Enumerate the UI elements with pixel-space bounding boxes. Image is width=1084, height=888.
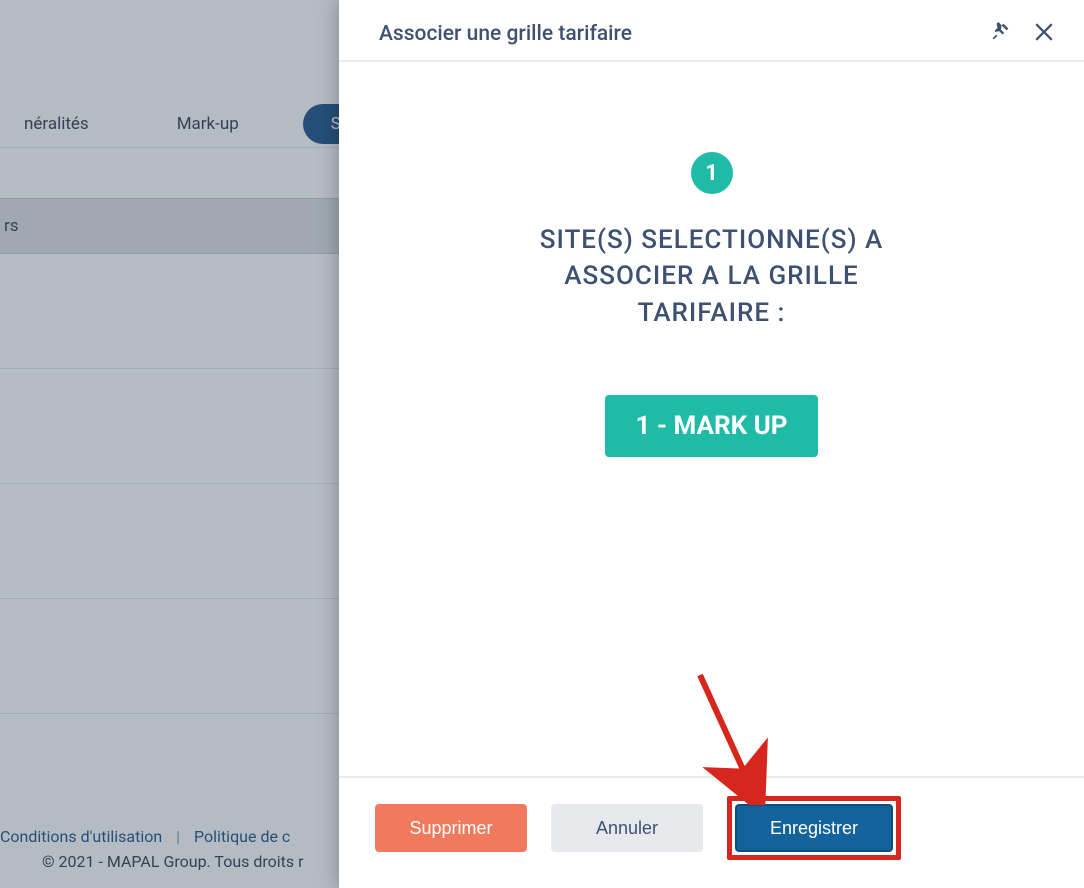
panel-footer: Supprimer Annuler Enregistrer (339, 776, 1084, 888)
cancel-button[interactable]: Annuler (551, 804, 703, 852)
panel-body-text: SITE(S) SELECTIONNE(S) A ASSOCIER A LA G… (502, 222, 922, 331)
delete-button[interactable]: Supprimer (375, 804, 527, 852)
close-icon[interactable] (1034, 22, 1054, 46)
save-button[interactable]: Enregistrer (735, 804, 893, 852)
panel-title: Associer une grille tarifaire (379, 22, 632, 46)
count-badge: 1 (691, 152, 733, 194)
pin-icon[interactable] (990, 22, 1010, 46)
panel-header: Associer une grille tarifaire (339, 0, 1084, 62)
save-button-highlight: Enregistrer (727, 796, 901, 860)
markup-badge[interactable]: 1 - MARK UP (605, 395, 817, 457)
panel-body: 1 SITE(S) SELECTIONNE(S) A ASSOCIER A LA… (339, 62, 1084, 776)
side-panel: Associer une grille tarifaire 1 SITE(S) … (339, 0, 1084, 888)
